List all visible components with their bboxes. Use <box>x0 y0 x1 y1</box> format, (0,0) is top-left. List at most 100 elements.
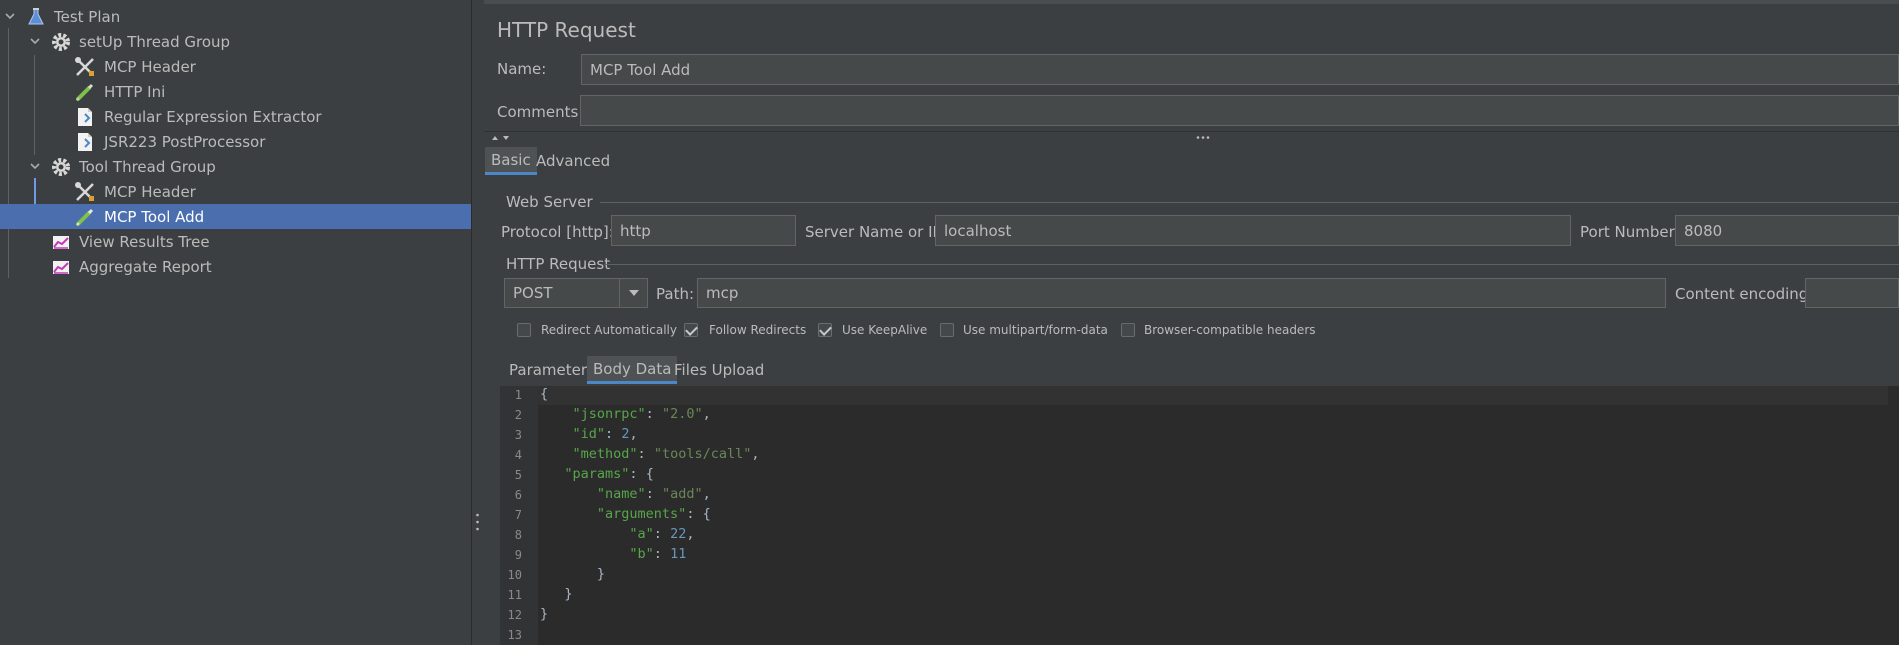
wrench-screwdriver-icon <box>74 181 96 203</box>
use-keepalive-label: Use KeepAlive <box>842 323 928 337</box>
name-label: Name: <box>497 60 547 78</box>
tree-item-label: MCP Header <box>104 57 196 76</box>
line-number: 1 <box>514 388 522 402</box>
tab-advanced[interactable]: Advanced <box>530 147 616 175</box>
code-line[interactable]: } <box>540 586 572 602</box>
tab-body-data[interactable]: Body Data <box>587 356 678 384</box>
server-name-label: Server Name or IP: <box>805 223 947 241</box>
pipette-icon <box>74 81 96 103</box>
browser-compatible-headers-checkbox[interactable] <box>1121 323 1135 337</box>
tab-files-upload[interactable]: Files Upload <box>668 356 770 384</box>
document-icon <box>74 106 96 128</box>
method-value: POST <box>513 284 553 302</box>
name-field[interactable]: MCP Tool Add <box>581 54 1899 85</box>
redirect-automatically-checkbox[interactable] <box>517 323 531 337</box>
web-server-legend: Web Server <box>506 193 593 211</box>
chart-icon <box>50 231 72 253</box>
horizontal-splitter[interactable] <box>484 131 1899 144</box>
chevron-down-icon[interactable] <box>4 10 16 22</box>
test-plan-tree: Test Plan setUp Thread Group MCP Header … <box>0 0 471 645</box>
line-number: 6 <box>514 488 522 502</box>
panel-top-border <box>484 0 1899 4</box>
tree-item-jsr223-postprocessor[interactable]: JSR223 PostProcessor <box>0 129 471 154</box>
tree-item-label: HTTP Ini <box>104 82 166 101</box>
code-line[interactable]: "id": 2, <box>540 426 638 442</box>
code-line[interactable]: } <box>540 606 548 622</box>
code-line[interactable]: } <box>540 566 605 582</box>
tree-item-aggregate-report[interactable]: Aggregate Report <box>0 254 471 279</box>
vertical-splitter[interactable] <box>471 0 484 645</box>
comments-field[interactable] <box>580 95 1899 126</box>
use-multipart-label: Use multipart/form-data <box>963 323 1108 337</box>
collapse-arrows-icon[interactable] <box>490 134 514 142</box>
protocol-label: Protocol [http]: <box>501 223 614 241</box>
code-line[interactable]: "arguments": { <box>540 506 711 522</box>
line-number: 13 <box>507 628 522 642</box>
http-request-legend: HTTP Request <box>506 255 611 273</box>
method-dropdown-button[interactable] <box>619 279 647 307</box>
follow-redirects-label: Follow Redirects <box>709 323 807 337</box>
tree-item-label: Aggregate Report <box>79 257 212 276</box>
tree-item-label: Test Plan <box>54 7 121 26</box>
comments-label: Comments: <box>497 103 584 121</box>
method-select[interactable]: POST <box>504 278 648 308</box>
tree-item-label: Tool Thread Group <box>79 157 216 176</box>
tree-item-test-plan[interactable]: Test Plan <box>0 4 471 29</box>
wrench-screwdriver-icon <box>74 56 96 78</box>
tree-item-label: View Results Tree <box>79 232 210 251</box>
tree-item-label: JSR223 PostProcessor <box>104 132 266 151</box>
code-line[interactable]: "method": "tools/call", <box>540 446 760 462</box>
line-number: 12 <box>507 608 522 622</box>
path-field[interactable]: mcp <box>697 278 1666 308</box>
splitter-handle-icon[interactable] <box>476 512 479 532</box>
web-server-divider <box>600 202 1899 203</box>
tree-item-label: MCP Header <box>104 182 196 201</box>
use-multipart-checkbox[interactable] <box>940 323 954 337</box>
tree-item-view-results-tree[interactable]: View Results Tree <box>0 229 471 254</box>
tree-item-mcp-header[interactable]: MCP Header <box>0 179 471 204</box>
line-number: 9 <box>514 548 522 562</box>
document-icon <box>74 131 96 153</box>
code-line[interactable]: "params": { <box>540 466 653 482</box>
path-label: Path: <box>656 285 695 303</box>
protocol-field[interactable]: http <box>611 215 796 246</box>
content-encoding-label: Content encoding: <box>1675 285 1814 303</box>
content-encoding-field[interactable] <box>1805 278 1899 308</box>
line-number: 10 <box>507 568 522 582</box>
browser-compatible-headers-label: Browser-compatible headers <box>1144 323 1316 337</box>
use-keepalive-checkbox[interactable] <box>818 323 832 337</box>
tree-item-label: setUp Thread Group <box>79 32 231 51</box>
follow-redirects-checkbox[interactable] <box>684 323 698 337</box>
gear-icon <box>50 31 72 53</box>
tree-item-tool-thread-group[interactable]: Tool Thread Group <box>0 154 471 179</box>
code-line[interactable]: "jsonrpc": "2.0", <box>540 406 711 422</box>
redirect-automatically-label: Redirect Automatically <box>541 323 677 337</box>
line-number: 8 <box>514 528 522 542</box>
splitter-handle-icon[interactable] <box>1195 135 1211 140</box>
code-line[interactable]: { <box>540 386 548 402</box>
port-number-field[interactable]: 8080 <box>1675 215 1899 246</box>
tab-basic[interactable]: Basic <box>485 147 537 175</box>
chevron-down-icon[interactable] <box>29 35 41 47</box>
line-number: 3 <box>514 428 522 442</box>
chevron-down-icon[interactable] <box>29 160 41 172</box>
code-line[interactable]: "a": 22, <box>540 526 694 542</box>
port-number-label: Port Number: <box>1580 223 1680 241</box>
pipette-icon <box>74 206 96 228</box>
flask-icon <box>25 6 47 28</box>
page-title: HTTP Request <box>497 18 636 42</box>
chart-icon <box>50 256 72 278</box>
line-number: 7 <box>514 508 522 522</box>
tree-item-mcp-header[interactable]: MCP Header <box>0 54 471 79</box>
current-line-highlight <box>538 386 1888 405</box>
tree-item-setup-thread-group[interactable]: setUp Thread Group <box>0 29 471 54</box>
code-line[interactable]: "b": 11 <box>540 546 686 562</box>
line-number: 4 <box>514 448 522 462</box>
code-line[interactable]: "name": "add", <box>540 486 711 502</box>
tree-item-regex-extractor[interactable]: Regular Expression Extractor <box>0 104 471 129</box>
tree-item-mcp-tool-add[interactable]: MCP Tool Add <box>0 204 471 229</box>
server-name-field[interactable]: localhost <box>935 215 1571 246</box>
tree-item-http-ini[interactable]: HTTP Ini <box>0 79 471 104</box>
tree-item-label: MCP Tool Add <box>104 207 205 226</box>
tree-item-label: Regular Expression Extractor <box>104 107 322 126</box>
